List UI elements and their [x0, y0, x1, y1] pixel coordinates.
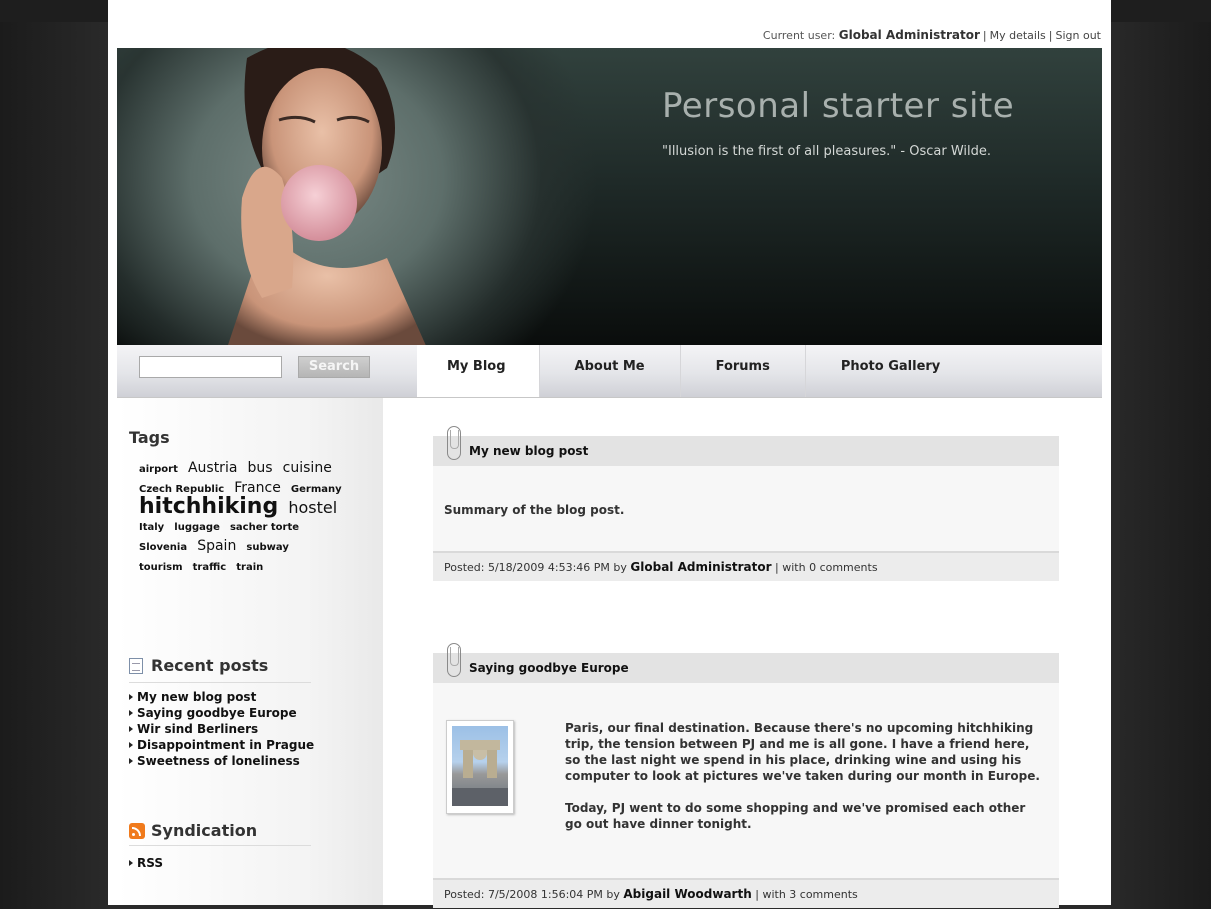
tab-forums[interactable]: Forums	[679, 345, 805, 397]
divider	[129, 682, 311, 683]
recent-post-link[interactable]: Disappointment in Prague	[129, 737, 314, 753]
recent-post-link[interactable]: Saying goodbye Europe	[129, 705, 314, 721]
tag-link[interactable]: airport	[139, 464, 178, 475]
post-title-link[interactable]: My new blog post	[469, 444, 588, 458]
tag-link[interactable]: cuisine	[283, 460, 332, 476]
site-tagline: "Illusion is the first of all pleasures.…	[662, 144, 991, 159]
sidebar: Tags airport Austria bus cuisine Czech R…	[117, 398, 383, 905]
user-bar: Current user: Global Administrator | My de…	[108, 22, 1111, 48]
search-input[interactable]	[139, 356, 282, 378]
search-button[interactable]: Search	[298, 356, 370, 378]
post-paragraph: Paris, our final destination. Because th…	[565, 721, 1040, 783]
tag-cloud: airport Austria bus cuisine Czech Republ…	[139, 458, 379, 576]
syndication-header: Syndication	[129, 821, 257, 840]
post-body: Summary of the blog post.	[433, 466, 1059, 551]
recent-posts-heading: Recent posts	[151, 656, 269, 675]
blog-post: Saying goodbye Europe Paris, our final d…	[433, 643, 1059, 908]
post-comments-link[interactable]: | with 3 comments	[755, 888, 858, 901]
tab-about-me[interactable]: About Me	[538, 345, 680, 397]
header-banner: Personal starter site "Illusion is the f…	[117, 48, 1102, 345]
post-title-link[interactable]: Saying goodbye Europe	[469, 661, 629, 675]
tag-link[interactable]: bus	[248, 460, 273, 476]
navigation-bar: Search My Blog About Me Forums Photo Gal…	[117, 345, 1102, 398]
rss-icon	[129, 822, 145, 839]
tag-link[interactable]: sacher torte	[230, 522, 299, 533]
post-body: Paris, our final destination. Because th…	[433, 683, 1059, 878]
post-footer: Posted: 5/18/2009 4:53:46 PM by Global A…	[433, 551, 1059, 581]
tags-heading: Tags	[129, 428, 170, 447]
tag-link[interactable]: Germany	[291, 484, 342, 495]
tag-link[interactable]: luggage	[174, 522, 220, 533]
tab-photo-gallery[interactable]: Photo Gallery	[804, 345, 975, 397]
post-comments-link[interactable]: | with 0 comments	[775, 561, 878, 574]
current-user-name: Global Administrator	[838, 28, 980, 42]
recent-post-link[interactable]: Sweetness of loneliness	[129, 753, 314, 769]
post-summary: Summary of the blog post.	[444, 503, 625, 517]
tag-link[interactable]: Italy	[139, 522, 164, 533]
blog-post: My new blog post Summary of the blog pos…	[433, 426, 1059, 581]
post-date: Posted: 7/5/2008 1:56:04 PM by	[444, 888, 620, 901]
paperclip-icon	[447, 643, 461, 677]
post-header: My new blog post	[433, 426, 1059, 466]
syndication-heading: Syndication	[151, 821, 258, 840]
banner-photo	[228, 48, 426, 345]
tab-my-blog[interactable]: My Blog	[417, 345, 539, 397]
syndication-list: RSS	[129, 855, 163, 871]
main-content: My new blog post Summary of the blog pos…	[383, 398, 1111, 908]
rss-link[interactable]: RSS	[129, 855, 163, 871]
my-details-link[interactable]: My details	[990, 29, 1046, 42]
site-title: Personal starter site	[662, 86, 1015, 126]
post-footer: Posted: 7/5/2008 1:56:04 PM by Abigail W…	[433, 878, 1059, 908]
tag-link[interactable]: Austria	[188, 460, 237, 476]
post-paragraph: Today, PJ went to do some shopping and w…	[565, 801, 1026, 831]
post-header: Saying goodbye Europe	[433, 643, 1059, 683]
sign-out-link[interactable]: Sign out	[1055, 29, 1101, 42]
tag-link[interactable]: traffic	[193, 562, 227, 573]
tag-link[interactable]: train	[236, 562, 263, 573]
main-nav-tabs: My Blog About Me Forums Photo Gallery	[417, 345, 975, 397]
current-user-label: Current user:	[762, 29, 836, 42]
recent-post-link[interactable]: Wir sind Berliners	[129, 721, 314, 737]
arc-de-triomphe-image	[452, 726, 508, 806]
post-text: Paris, our final destination. Because th…	[565, 720, 1045, 848]
post-author-link[interactable]: Global Administrator	[630, 560, 771, 574]
recent-posts-header: Recent posts	[129, 656, 268, 675]
tag-link[interactable]: subway	[246, 542, 288, 553]
page-frame: Current user: Global Administrator | My de…	[108, 0, 1111, 908]
tag-link[interactable]: Slovenia	[139, 542, 187, 553]
recent-post-link[interactable]: My new blog post	[129, 689, 314, 705]
post-author-link[interactable]: Abigail Woodwarth	[623, 887, 751, 901]
post-thumbnail[interactable]	[446, 720, 514, 814]
divider: |	[982, 29, 987, 42]
tag-link[interactable]: hostel	[288, 498, 337, 517]
paperclip-icon	[447, 426, 461, 460]
tag-link[interactable]: tourism	[139, 562, 183, 573]
tag-link[interactable]: hitchhiking	[139, 494, 278, 519]
document-icon	[129, 657, 143, 674]
tag-link[interactable]: Spain	[197, 538, 236, 554]
divider	[129, 845, 311, 846]
post-date: Posted: 5/18/2009 4:53:46 PM by	[444, 561, 627, 574]
recent-posts-list: My new blog post Saying goodbye Europe W…	[129, 689, 314, 769]
